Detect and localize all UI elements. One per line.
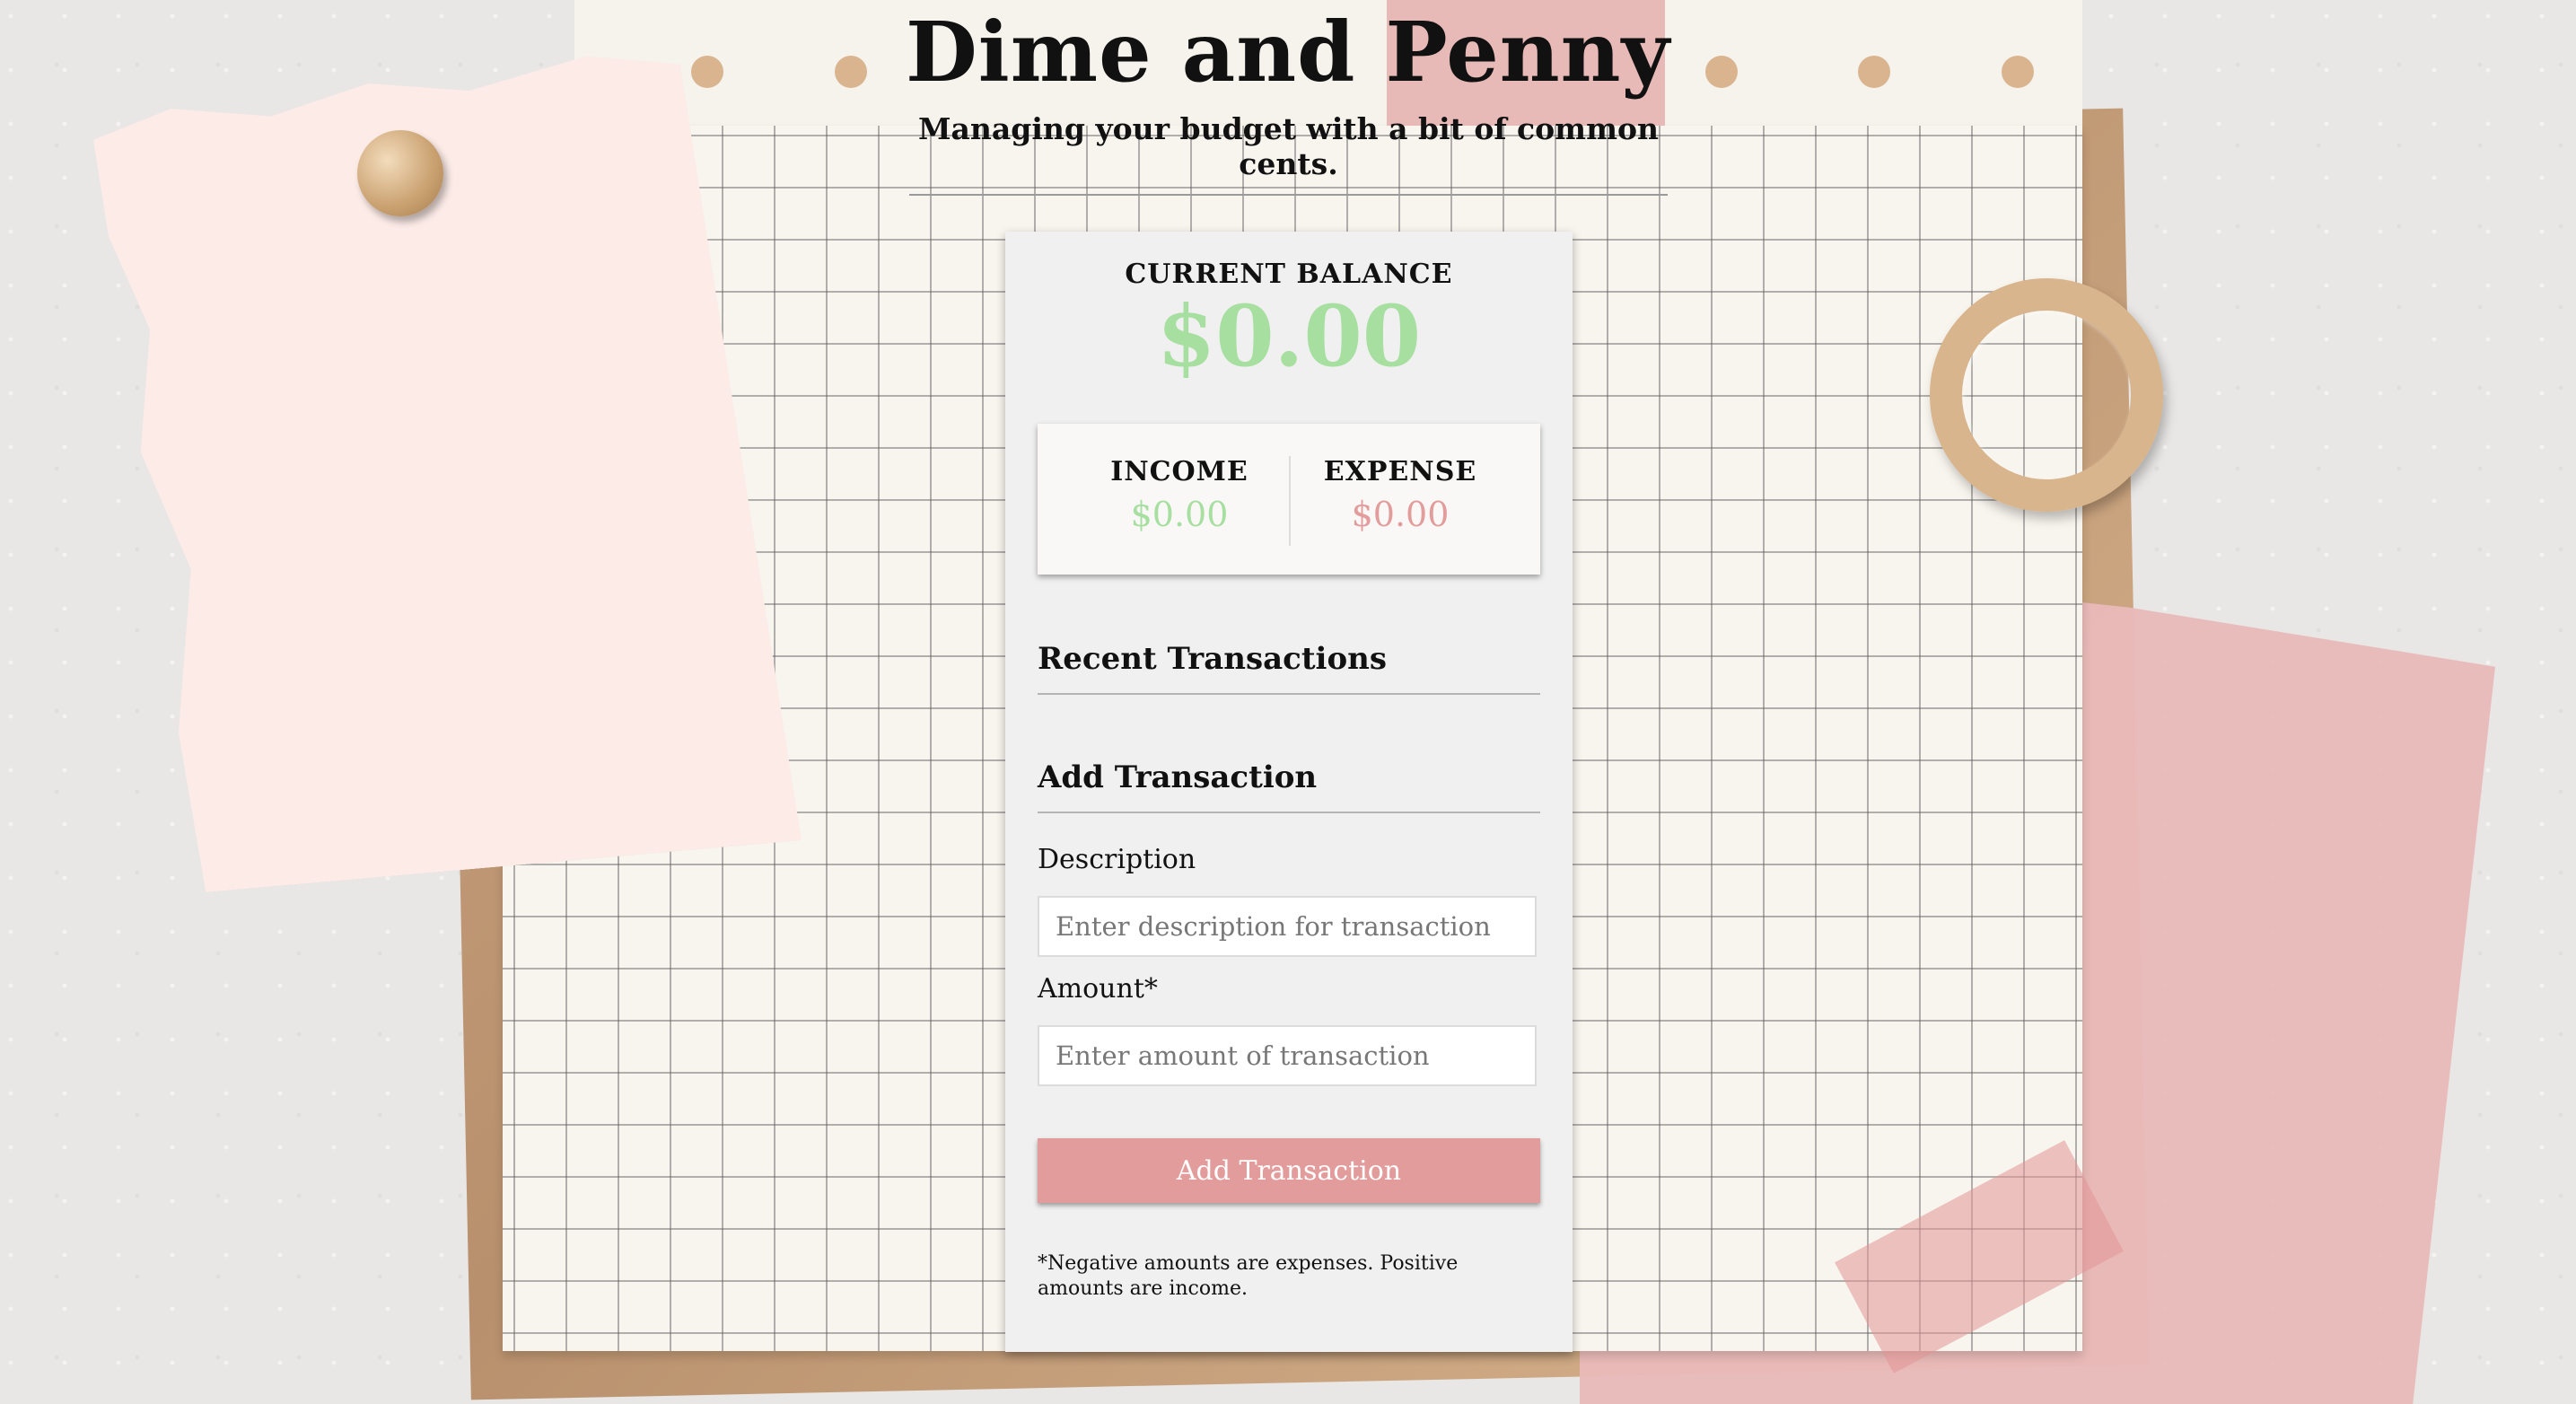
expense-column: EXPENSE $0.00 — [1289, 456, 1510, 546]
recent-transactions-heading: Recent Transactions — [1038, 641, 1540, 695]
income-expense-summary: INCOME $0.00 EXPENSE $0.00 — [1038, 424, 1540, 575]
income-value: $0.00 — [1130, 495, 1229, 534]
income-column: INCOME $0.00 — [1070, 424, 1289, 575]
description-label: Description — [1038, 844, 1196, 875]
page-title: Dime and Penny — [906, 4, 1670, 101]
gold-ring-icon — [1930, 278, 2163, 512]
amount-label: Amount* — [1038, 973, 1158, 1005]
amount-footnote: *Negative amounts are expenses. Positive… — [1038, 1252, 1459, 1300]
balance-value: $0.00 — [1156, 287, 1422, 386]
description-input[interactable] — [1038, 896, 1537, 957]
income-label: INCOME — [1110, 456, 1249, 487]
budget-card: CURRENT BALANCE $0.00 INCOME $0.00 EXPEN… — [1005, 232, 1573, 1352]
expense-label: EXPENSE — [1323, 456, 1477, 487]
add-transaction-heading: Add Transaction — [1038, 759, 1540, 813]
pushpin-icon — [357, 130, 443, 216]
expense-value: $0.00 — [1351, 495, 1450, 534]
amount-input[interactable] — [1038, 1025, 1537, 1086]
balance-label: CURRENT BALANCE — [1125, 259, 1453, 290]
add-transaction-button[interactable]: Add Transaction — [1038, 1138, 1540, 1203]
page-subtitle: Managing your budget with a bit of commo… — [909, 111, 1668, 196]
